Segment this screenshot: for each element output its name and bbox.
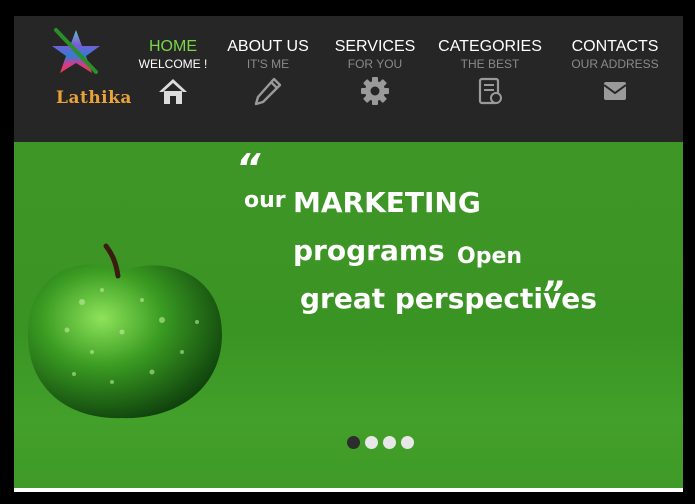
nav-contacts-title: CONTACTS: [571, 38, 659, 55]
pencil-icon: [254, 77, 282, 106]
nav-services[interactable]: SERVICES FOR YOU: [320, 38, 430, 107]
slider-dot[interactable]: [383, 436, 396, 449]
hero-word-open: Open: [457, 244, 523, 269]
home-icon: [159, 79, 187, 104]
nav-about-title: ABOUT US: [227, 38, 309, 55]
nav-categories-subtitle: THE BEST: [460, 57, 520, 71]
slider-dot[interactable]: [365, 436, 378, 449]
nav-services-subtitle: FOR YOU: [347, 57, 403, 71]
nav-home-subtitle: WELCOME !: [138, 57, 208, 71]
quote-open: “: [236, 146, 261, 190]
page-frame: Lathika HOME WELCOME ! ABOUT US IT'S ME …: [14, 16, 683, 492]
quote-close: ”: [542, 274, 564, 314]
green-apple-image: [28, 243, 222, 419]
slider-dot[interactable]: [401, 436, 414, 449]
nav-categories[interactable]: CATEGORIES THE BEST: [435, 38, 545, 107]
nav-services-title: SERVICES: [334, 38, 416, 55]
slider-dot[interactable]: [347, 436, 360, 449]
hero-word-marketing: MARKETING: [293, 186, 481, 219]
envelope-icon: [603, 82, 627, 100]
hero-slider: “ our MARKETING programs Open great pers…: [14, 142, 683, 488]
gear-icon: [361, 77, 389, 105]
document-icon: [478, 77, 502, 105]
nav-home-title: HOME: [149, 38, 197, 55]
nav-contacts[interactable]: CONTACTS OUR ADDRESS: [560, 38, 670, 107]
nav-home[interactable]: HOME WELCOME !: [118, 38, 228, 107]
nav-contacts-subtitle: OUR ADDRESS: [571, 57, 659, 71]
nav-about-us[interactable]: ABOUT US IT'S ME: [213, 38, 323, 107]
hero-word-our: our: [244, 188, 286, 213]
nav-about-subtitle: IT'S ME: [246, 57, 290, 71]
hero-word-programs: programs: [293, 234, 445, 267]
slider-pagination: [347, 436, 419, 454]
nav-categories-title: CATEGORIES: [438, 38, 542, 55]
site-header: Lathika HOME WELCOME ! ABOUT US IT'S ME …: [14, 16, 683, 142]
